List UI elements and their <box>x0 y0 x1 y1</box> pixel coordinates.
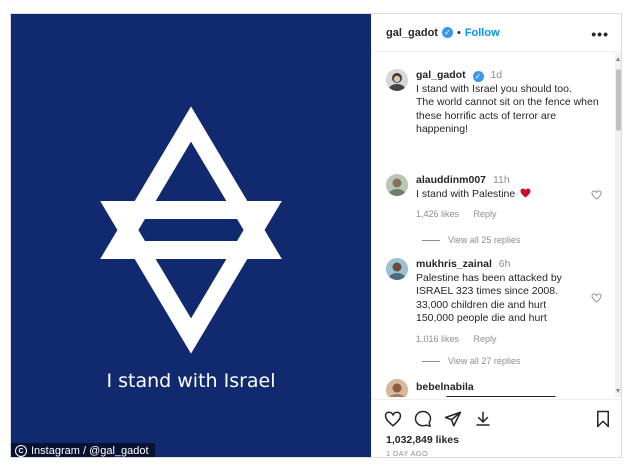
comments-scrollbar[interactable] <box>615 53 621 397</box>
like-comment-heart-icon[interactable] <box>591 293 602 303</box>
watermark: C Instagram / @gal_gadot <box>11 443 155 457</box>
share-icon[interactable] <box>444 410 462 428</box>
caption-line: these horrific acts of terror are <box>416 109 557 122</box>
comment-line: 33,000 children die and hurt <box>416 298 547 311</box>
download-icon[interactable] <box>474 410 492 428</box>
heart-emoji-icon <box>520 187 531 198</box>
comment-time: 6h <box>498 258 511 270</box>
caption-line: happening! <box>416 123 468 135</box>
verified-icon: ✓ <box>441 27 453 38</box>
save-icon[interactable] <box>594 410 612 428</box>
caption-username[interactable]: gal_gadot <box>416 69 466 81</box>
view-replies-label[interactable]: View all 27 replies <box>448 356 520 366</box>
reply-button[interactable]: Reply <box>474 209 497 219</box>
follow-button[interactable]: Follow <box>465 27 500 39</box>
comment-meta: 1,426 likes Reply <box>416 208 606 222</box>
comment-line: 150,000 people die and hurt <box>416 312 547 324</box>
scroll-up-icon[interactable] <box>616 57 620 61</box>
post-sidebar: gal_gadot ✓ • Follow ••• gal_gadot ✓ 1d … <box>371 14 621 458</box>
scrollbar-thumb[interactable] <box>616 69 621 131</box>
comment-likes[interactable]: 1,426 likes <box>416 209 459 219</box>
comment-username[interactable]: alauddinm007 <box>416 174 486 186</box>
comment-icon[interactable] <box>414 410 432 428</box>
view-replies-button[interactable]: View all 25 replies <box>422 235 520 245</box>
comment-time: 11h <box>492 174 510 186</box>
comment-avatar[interactable] <box>386 379 408 397</box>
heart-icon[interactable] <box>384 410 402 428</box>
more-icon[interactable]: ••• <box>591 26 609 42</box>
comment-line: ISRAEL 323 times since 2008. <box>416 285 559 297</box>
view-replies-button[interactable]: View all 27 replies <box>422 356 520 366</box>
scroll-down-icon[interactable] <box>616 389 620 393</box>
post-image[interactable]: I stand with Israel C Instagram / @gal_g… <box>11 14 371 457</box>
image-caption-text: I stand with Israel <box>106 370 276 392</box>
truncated-content <box>446 396 556 397</box>
view-replies-label[interactable]: View all 25 replies <box>448 235 520 245</box>
comment-username[interactable]: mukhris_zainal <box>416 258 492 270</box>
divider-line <box>422 360 440 362</box>
comment-line: Palestine has been attacked by <box>416 271 562 284</box>
caption-block: gal_gadot ✓ 1d I stand with Israel you s… <box>416 69 612 137</box>
comment-username[interactable]: bebelnabila <box>416 381 474 393</box>
comment-avatar[interactable] <box>386 174 408 196</box>
reply-button[interactable]: Reply <box>474 334 497 344</box>
header-separator: • <box>456 26 461 39</box>
comment-text: I stand with Palestine <box>416 188 606 202</box>
comment-block: mukhris_zainal 6h Palestine has been att… <box>416 258 606 346</box>
watermark-text: Instagram / @gal_gadot <box>31 445 149 457</box>
like-comment-heart-icon[interactable] <box>591 190 602 200</box>
post-date: 1 DAY AGO <box>386 449 429 458</box>
copyright-icon: C <box>15 445 27 457</box>
header-username[interactable]: gal_gadot <box>386 27 438 39</box>
comment-likes[interactable]: 1,016 likes <box>416 334 459 344</box>
comment-block: bebelnabila <box>416 381 606 395</box>
divider-line <box>422 239 440 241</box>
comment-meta: 1,016 likes Reply <box>416 333 606 347</box>
post-likes[interactable]: 1,032,849 likes <box>386 434 459 446</box>
caption-avatar[interactable] <box>386 69 408 91</box>
comment-line: I stand with Palestine <box>416 187 516 200</box>
comments-list[interactable]: gal_gadot ✓ 1d I stand with Israel you s… <box>372 53 616 397</box>
caption-line: I stand with Israel you should too. <box>416 82 572 95</box>
comment-block: alauddinm007 11h I stand with Palestine … <box>416 174 606 222</box>
comment-avatar[interactable] <box>386 258 408 280</box>
action-bar: 1,032,849 likes 1 DAY AGO <box>372 399 621 458</box>
instagram-post: I stand with Israel C Instagram / @gal_g… <box>10 13 622 458</box>
caption-time: 1d <box>490 69 503 81</box>
verified-icon: ✓ <box>472 71 484 82</box>
post-header: gal_gadot ✓ • Follow ••• <box>372 14 621 52</box>
caption-line: The world cannot sit on the fence when <box>416 96 599 108</box>
